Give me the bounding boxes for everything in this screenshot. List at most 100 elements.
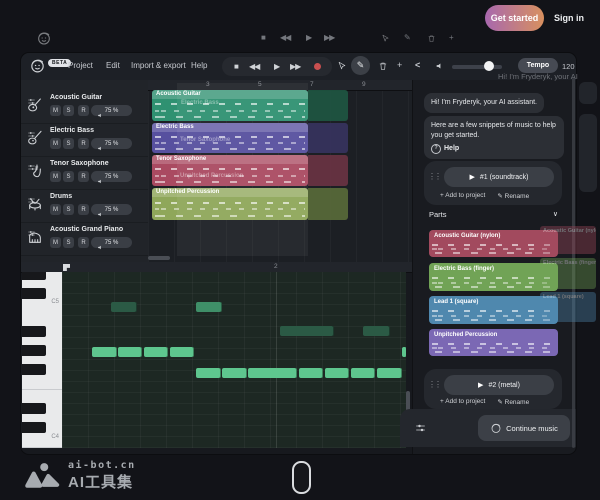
part-chip-lead-1[interactable]: Lead 1 (square) [429,296,558,324]
parts-label: Parts [429,210,447,219]
black-key[interactable] [22,326,46,337]
arrangement-area[interactable]: 3 5 7 9 Acoustic Guitar Electric Bass Te… [148,80,412,262]
speaker-icon[interactable] [435,61,445,71]
track-row-acoustic-grand-piano[interactable]: Acoustic Grand PianoMSR75 % [21,222,148,256]
menu-help[interactable]: Help [191,61,207,70]
trash-icon[interactable] [378,61,388,71]
midi-note[interactable] [92,347,117,357]
rewind-button[interactable]: ◀◀ [249,62,259,71]
track-volume-control[interactable]: 75 % [91,105,132,116]
share-icon[interactable]: < [415,60,420,70]
midi-note[interactable] [222,368,247,378]
piano-keyboard[interactable]: C5C4 [22,272,62,448]
clip-remnant [308,90,348,121]
midi-note[interactable] [280,326,334,336]
logo-face-icon[interactable] [29,57,46,74]
mute-button[interactable]: M [50,105,61,116]
black-key[interactable] [22,272,46,280]
midi-note[interactable] [248,368,297,378]
mute-button[interactable]: M [50,237,61,248]
cursor-tool-icon[interactable] [337,61,347,71]
track-volume-control[interactable]: 75 % [91,204,132,215]
black-key[interactable] [22,422,46,433]
track-settings-icon[interactable] [27,163,36,172]
drag-handle-icon[interactable]: ⋮⋮ [428,172,440,181]
rename-label: Rename [505,193,530,200]
rename-button[interactable]: ✎ Rename [497,192,529,200]
midi-note[interactable] [351,368,375,378]
help-link[interactable]: ? Help [431,144,557,154]
solo-button[interactable]: S [63,171,74,182]
forward-button[interactable]: ▶▶ [290,62,300,71]
track-volume-control[interactable]: 75 % [91,171,132,182]
black-key[interactable] [22,364,46,375]
snippet-2-play-button[interactable]: ▶ #2 (metal) [444,375,554,395]
record-arm-button[interactable]: R [78,237,89,248]
piano-roll-grid[interactable] [62,272,406,448]
horizontal-scrollbar[interactable] [148,256,170,260]
black-key[interactable] [22,345,46,356]
parts-toggle[interactable]: Parts ∨ [429,210,558,219]
pencil-tool-button[interactable]: ✎ [351,56,370,75]
solo-button[interactable]: S [63,105,74,116]
menu-edit[interactable]: Edit [106,61,120,70]
solo-button[interactable]: S [63,138,74,149]
black-key[interactable] [22,288,46,299]
track-row-drums[interactable]: DrumsMSR75 % [21,189,148,223]
midi-note[interactable] [118,347,142,357]
menu-import-export[interactable]: Import & export [131,61,186,70]
continue-music-button[interactable]: Continue music [478,415,570,441]
part-chip-acoustic-guitar[interactable]: Acoustic Guitar (nylon) [429,230,558,257]
midi-note[interactable] [299,368,323,378]
solo-button[interactable]: S [63,204,74,215]
sliders-icon[interactable] [414,422,427,434]
track-row-electric-bass[interactable]: Electric BassMSR75 % [21,123,148,157]
record-button[interactable] [314,63,321,70]
midi-note[interactable] [377,368,402,378]
track-list: Acoustic GuitarMSR75 %Electric BassMSR75… [21,80,148,262]
midi-note[interactable] [170,347,194,357]
tempo-button[interactable]: Tempo [518,58,558,73]
black-key[interactable] [22,403,46,414]
mute-button[interactable]: M [50,171,61,182]
marker-flag-icon[interactable] [63,264,70,271]
track-settings-icon[interactable] [27,97,36,106]
solo-button[interactable]: S [63,237,74,248]
track-settings-icon[interactable] [27,229,36,238]
plus-tool-icon[interactable]: + [397,60,402,70]
drag-handle-icon[interactable]: ⋮⋮ [428,380,440,389]
midi-note[interactable] [196,368,221,378]
play-button[interactable]: ▶ [274,62,279,71]
track-settings-icon[interactable] [27,196,36,205]
part-chip-unpitched-percussion[interactable]: Unpitched Percussion [429,329,558,356]
mute-button[interactable]: M [50,204,61,215]
record-arm-button[interactable]: R [78,138,89,149]
track-settings-icon[interactable] [27,130,36,139]
midi-note[interactable] [144,347,168,357]
track-volume-control[interactable]: 75 % [91,237,132,248]
rename-button[interactable]: ✎ Rename [497,398,529,406]
volume-slider[interactable] [452,65,502,69]
track-row-tenor-saxophone[interactable]: Tenor SaxophoneMSR75 % [21,156,148,190]
midi-note[interactable] [402,347,406,357]
menu-project[interactable]: Project [68,61,93,70]
record-arm-button[interactable]: R [78,105,89,116]
sign-in-link[interactable]: Sign in [554,13,584,23]
track-row-acoustic-guitar[interactable]: Acoustic GuitarMSR75 % [21,90,148,124]
volume-slider-knob[interactable] [484,61,494,71]
add-to-project-button[interactable]: + Add to project [440,398,485,406]
ghost-panel-fragment [579,114,597,192]
mute-button[interactable]: M [50,138,61,149]
record-arm-button[interactable]: R [78,171,89,182]
snippet-1-play-button[interactable]: ▶ #1 (soundtrack) [444,167,554,187]
midi-note[interactable] [196,302,222,312]
track-volume-control[interactable]: 75 % [91,138,132,149]
stop-button[interactable]: ■ [234,62,238,71]
get-started-button[interactable]: Get started [485,5,544,31]
part-chip-electric-bass[interactable]: Electric Bass (finger) [429,263,558,291]
record-arm-button[interactable]: R [78,204,89,215]
midi-note[interactable] [363,326,390,336]
midi-note[interactable] [325,368,349,378]
midi-note[interactable] [111,302,137,312]
add-to-project-button[interactable]: + Add to project [440,192,485,200]
